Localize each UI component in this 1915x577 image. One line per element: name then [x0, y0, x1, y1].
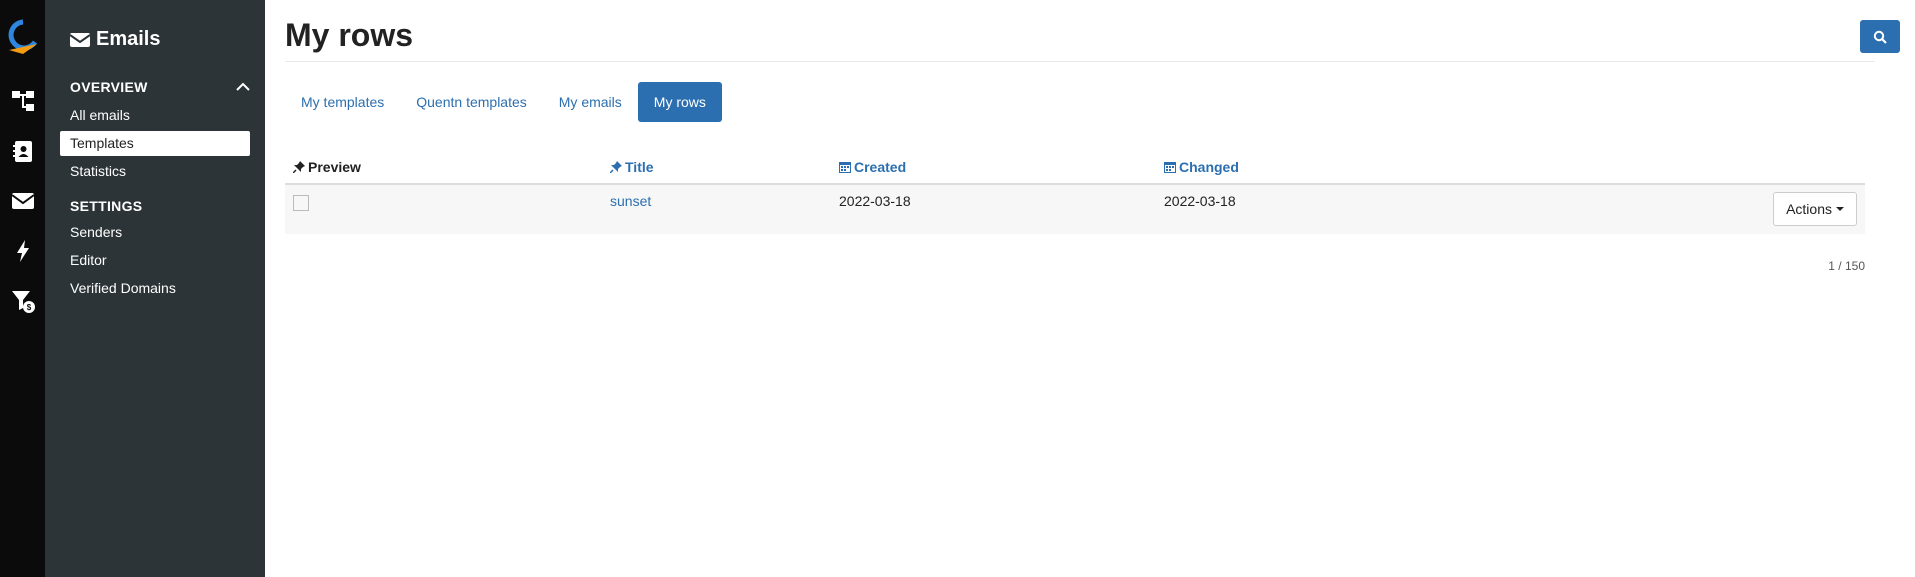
- tab-my-templates[interactable]: My templates: [285, 82, 400, 122]
- envelope-icon: [70, 32, 90, 47]
- sidebar-item-templates[interactable]: Templates: [60, 131, 250, 156]
- row-title-link[interactable]: sunset: [610, 193, 651, 209]
- calendar-icon: [839, 161, 851, 173]
- sidebar-item-verified-domains[interactable]: Verified Domains: [60, 276, 250, 301]
- table-header-row: Preview Title Created Changed: [285, 150, 1865, 185]
- caret-down-icon: [1836, 207, 1844, 211]
- row-title-cell: sunset: [602, 184, 831, 234]
- pin-icon: [609, 160, 622, 174]
- flow-icon[interactable]: [0, 76, 45, 126]
- title-label: Title: [625, 158, 654, 175]
- settings-section-header: SETTINGS: [45, 198, 265, 214]
- logo-icon[interactable]: [5, 18, 41, 58]
- tab-quentn-templates[interactable]: Quentn templates: [400, 82, 543, 122]
- sidebar-title-label: Emails: [96, 28, 161, 50]
- calendar-icon: [1164, 161, 1176, 173]
- row-changed-cell: 2022-03-18: [1156, 184, 1456, 234]
- column-header-created[interactable]: Created: [831, 150, 1156, 185]
- chevron-up-icon[interactable]: [236, 82, 250, 92]
- icon-rail: $: [0, 0, 45, 577]
- row-actions-cell: Actions: [1456, 184, 1865, 234]
- table-row: sunset 2022-03-18 2022-03-18 Actions: [285, 184, 1865, 234]
- pagination-info: 1 / 150: [1828, 259, 1865, 273]
- app: $ Emails OVERVIEW All emails Templates S…: [0, 0, 1915, 577]
- row-preview-cell: [285, 184, 602, 234]
- svg-text:$: $: [26, 303, 31, 312]
- filter-dollar-icon[interactable]: $: [0, 276, 45, 326]
- column-header-title[interactable]: Title: [602, 150, 831, 185]
- sidebar: Emails OVERVIEW All emails Templates Sta…: [45, 0, 265, 577]
- actions-label: Actions: [1786, 201, 1832, 217]
- tabs: My templates Quentn templates My emails …: [285, 82, 1875, 122]
- sidebar-item-editor[interactable]: Editor: [60, 248, 250, 273]
- lightning-icon[interactable]: [0, 226, 45, 276]
- settings-label: SETTINGS: [70, 198, 143, 214]
- sidebar-item-statistics[interactable]: Statistics: [60, 159, 250, 184]
- rows-table: Preview Title Created Changed sunset 202…: [285, 150, 1865, 234]
- tab-my-rows[interactable]: My rows: [637, 82, 722, 122]
- column-header-preview: Preview: [285, 150, 602, 185]
- sidebar-title: Emails: [45, 28, 265, 51]
- actions-button[interactable]: Actions: [1773, 192, 1857, 226]
- sidebar-item-all-emails[interactable]: All emails: [60, 103, 250, 128]
- search-button[interactable]: [1860, 20, 1900, 53]
- sidebar-item-senders[interactable]: Senders: [60, 220, 250, 245]
- column-header-actions: [1456, 150, 1865, 185]
- contacts-icon[interactable]: [0, 126, 45, 176]
- overview-section-header[interactable]: OVERVIEW: [45, 79, 265, 95]
- pin-icon: [292, 160, 305, 174]
- row-created-cell: 2022-03-18: [831, 184, 1156, 234]
- tab-my-emails[interactable]: My emails: [543, 82, 638, 122]
- column-header-changed[interactable]: Changed: [1156, 150, 1456, 185]
- envelope-icon[interactable]: [0, 176, 45, 226]
- preview-label: Preview: [308, 158, 361, 175]
- changed-label: Changed: [1179, 158, 1239, 175]
- preview-image[interactable]: [293, 195, 309, 211]
- page-title: My rows: [285, 0, 1875, 62]
- search-icon: [1873, 30, 1887, 44]
- main-content: My rows My templates Quentn templates My…: [265, 0, 1915, 577]
- overview-label: OVERVIEW: [70, 79, 148, 95]
- created-label: Created: [854, 158, 907, 175]
